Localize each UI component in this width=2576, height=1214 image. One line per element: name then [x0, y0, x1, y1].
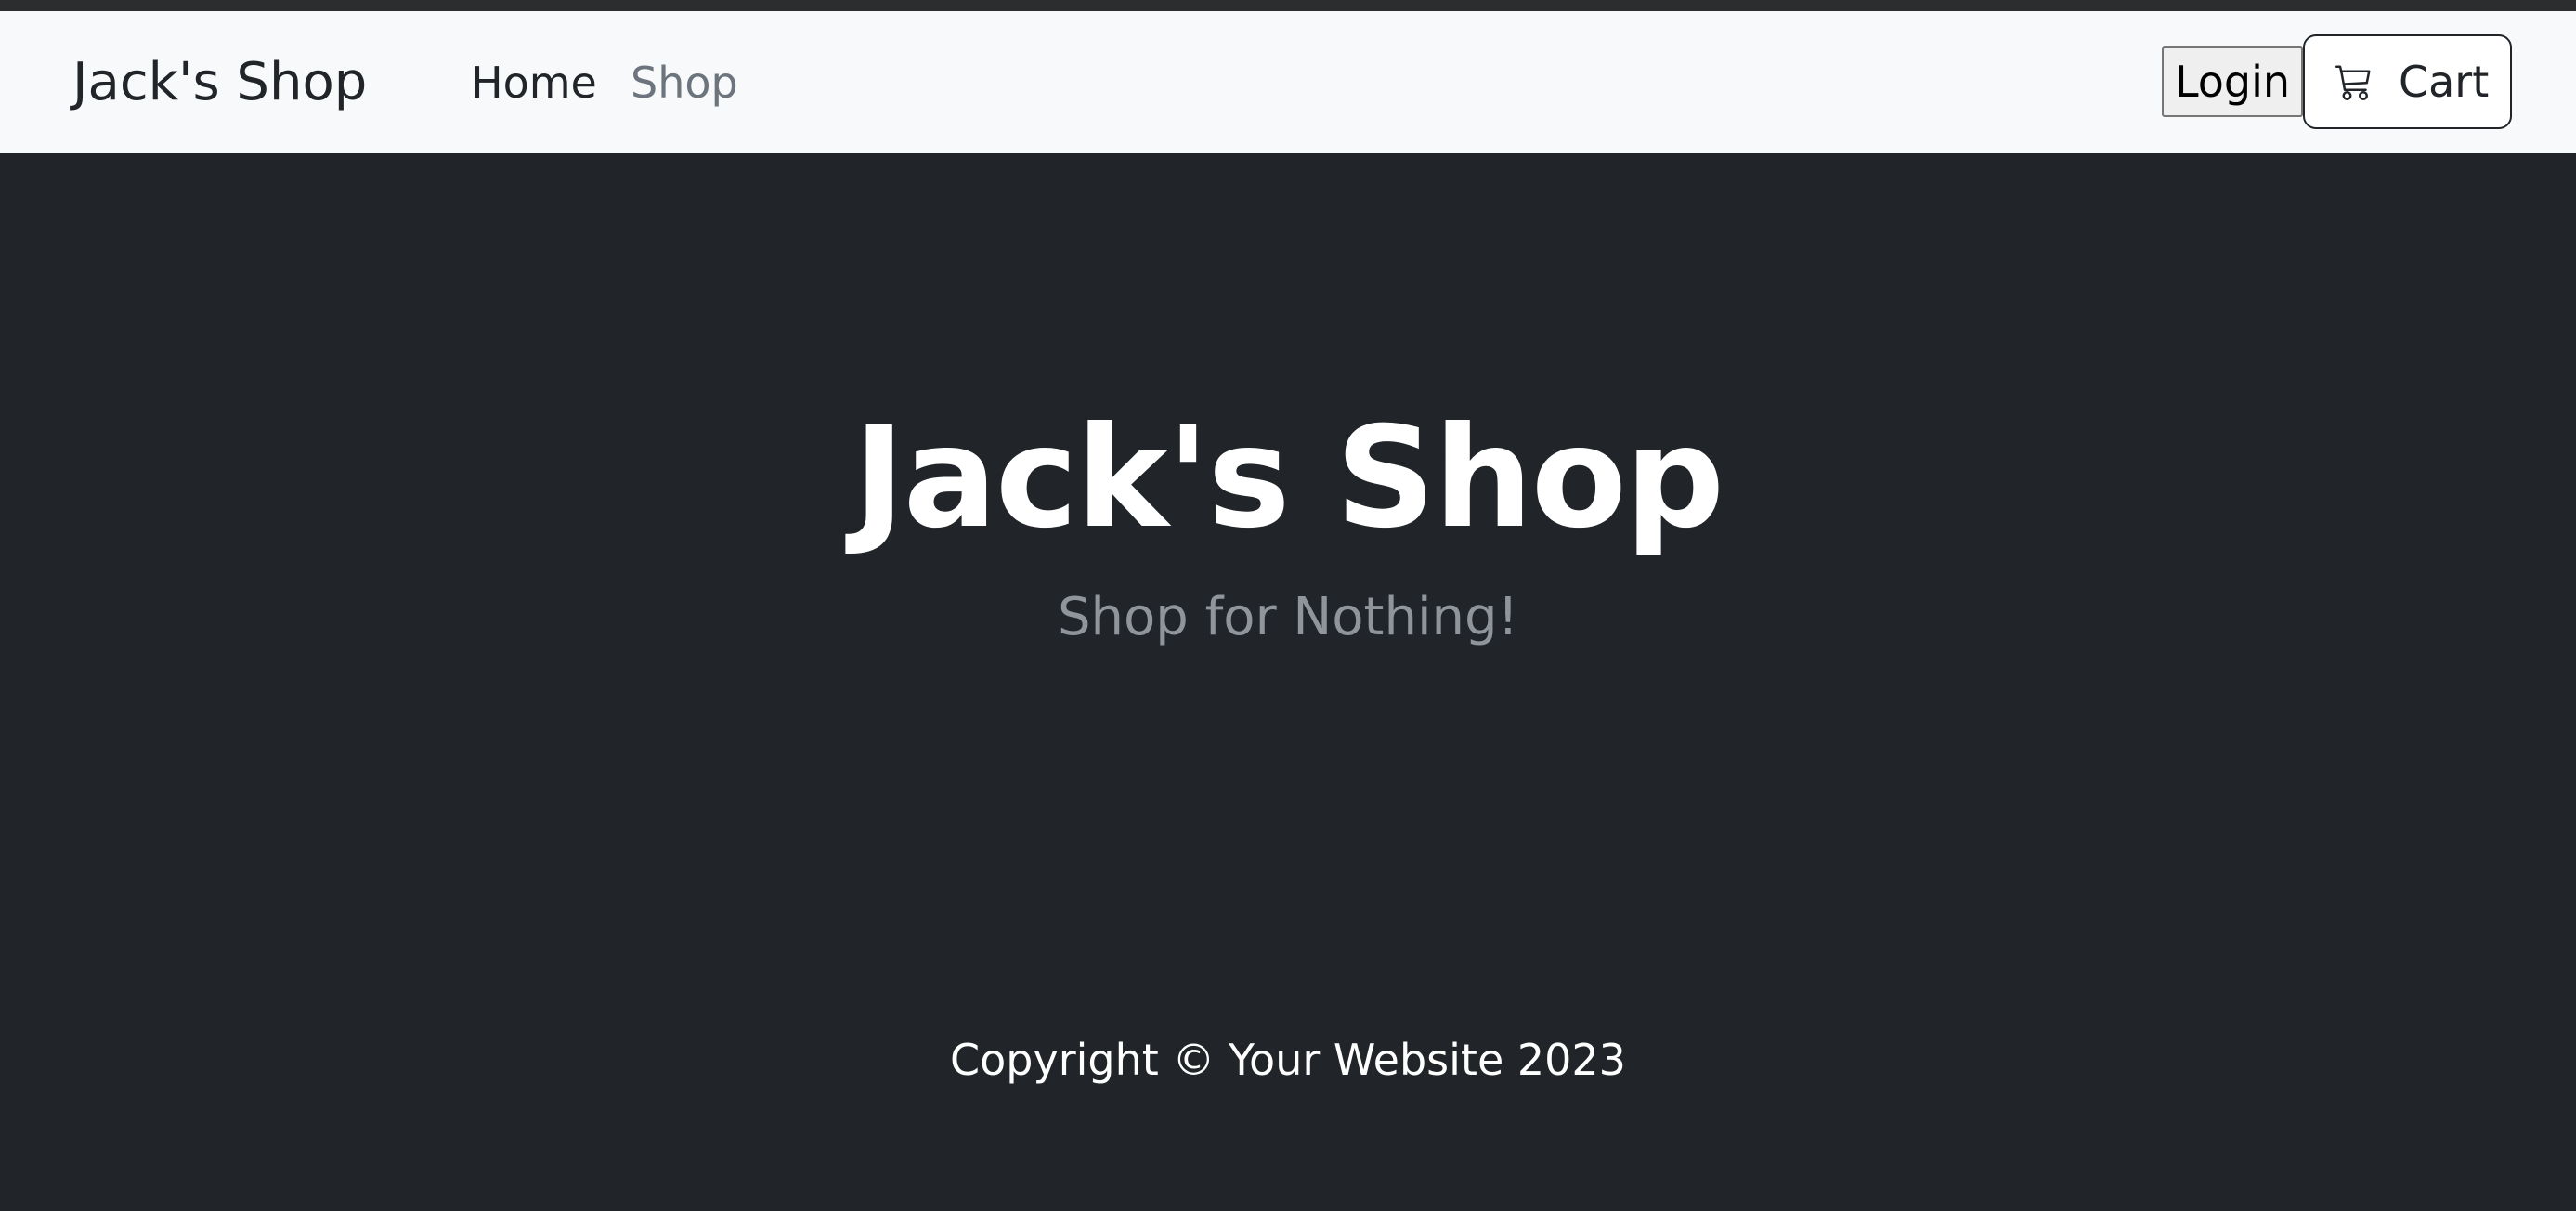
hero-subtitle: Shop for Nothing! — [1057, 587, 1519, 647]
hero-title: Jack's Shop — [852, 398, 1724, 559]
navbar-brand[interactable]: Jack's Shop — [72, 53, 367, 112]
cart-button[interactable]: Cart — [2303, 34, 2512, 129]
cart-label: Cart — [2399, 57, 2490, 107]
login-button[interactable]: Login — [2162, 46, 2303, 117]
window-top-strip — [0, 0, 2576, 11]
hero-section: Jack's Shop Shop for Nothing! Copyright … — [0, 153, 2576, 1214]
cart-icon — [2335, 65, 2371, 100]
nav-link-shop[interactable]: Shop — [631, 57, 738, 109]
footer-copyright: Copyright © Your Website 2023 — [950, 1035, 1626, 1085]
nav-link-home[interactable]: Home — [471, 57, 597, 109]
navbar: Jack's Shop Home Shop Login Cart — [0, 11, 2576, 153]
